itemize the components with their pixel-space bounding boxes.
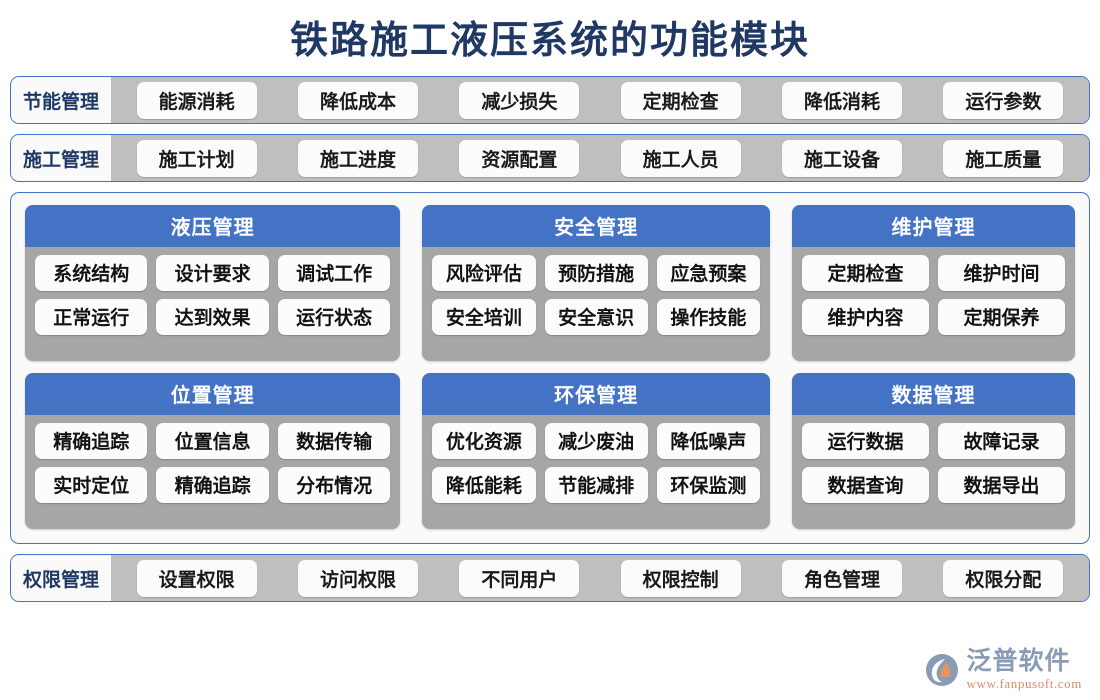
module-item[interactable]: 安全意识 (544, 299, 648, 335)
permission-bar-label: 权限管理 (11, 555, 112, 601)
module-item[interactable]: 安全培训 (432, 299, 536, 335)
module-card-header: 安全管理 (422, 205, 770, 247)
module-item[interactable]: 定期保养 (937, 299, 1066, 335)
category-item[interactable]: 能源消耗 (136, 81, 257, 119)
module-card-body: 精确追踪 位置信息 数据传输 实时定位 精确追踪 分布情况 (25, 415, 401, 529)
module-card: 环保管理 优化资源 减少废油 降低噪声 降低能耗 节能减排 环保监测 (422, 373, 770, 529)
module-item[interactable]: 减少废油 (544, 423, 648, 459)
module-card-header: 维护管理 (791, 205, 1075, 247)
module-card-header: 数据管理 (791, 373, 1075, 415)
module-item[interactable]: 位置信息 (156, 423, 269, 459)
category-item[interactable]: 定期检查 (620, 81, 741, 119)
fanpu-logo-icon (925, 653, 959, 687)
permission-item[interactable]: 不同用户 (459, 559, 580, 597)
category-item[interactable]: 施工设备 (781, 139, 902, 177)
category-item[interactable]: 降低成本 (298, 81, 419, 119)
module-card-body: 风险评估 预防措施 应急预案 安全培训 安全意识 操作技能 (422, 247, 770, 361)
permission-item[interactable]: 访问权限 (298, 559, 419, 597)
module-item[interactable]: 运行数据 (801, 423, 929, 459)
module-card-row: 数据查询 数据导出 (801, 467, 1066, 503)
category-bar-label: 施工管理 (11, 135, 112, 181)
category-item[interactable]: 施工计划 (136, 139, 257, 177)
module-item[interactable]: 设计要求 (156, 255, 269, 291)
module-card: 液压管理 系统结构 设计要求 调试工作 正常运行 达到效果 运行状态 (25, 205, 401, 361)
category-bar-items: 施工计划 施工进度 资源配置 施工人员 施工设备 施工质量 (111, 135, 1089, 181)
page-title: 铁路施工液压系统的功能模块 (289, 20, 810, 62)
category-bar-label: 节能管理 (11, 77, 112, 123)
top-rows-section: 节能管理 能源消耗 降低成本 减少损失 定期检查 降低消耗 运行参数施工管理 施工计划 施工进度… (0, 76, 1100, 182)
module-item[interactable]: 定期检查 (801, 255, 929, 291)
module-item[interactable]: 分布情况 (277, 467, 391, 503)
module-item[interactable]: 优化资源 (432, 423, 536, 459)
module-item[interactable]: 数据传输 (277, 423, 391, 459)
brand-logo: 泛普软件 www.fanpusoft.com (925, 649, 1082, 690)
category-bar-2: 施工管理 施工计划 施工进度 资源配置 施工人员 施工设备 施工质量 (10, 134, 1090, 182)
module-card-body: 优化资源 减少废油 降低噪声 降低能耗 节能减排 环保监测 (422, 415, 770, 529)
module-card-body: 定期检查 维护时间 维护内容 定期保养 (791, 247, 1075, 361)
module-card-row: 定期检查 维护时间 (801, 255, 1066, 291)
logo-name: 泛普软件 (966, 648, 1071, 675)
module-card-row: 优化资源 减少废油 降低噪声 (432, 423, 760, 459)
bottom-row-section: 权限管理 设置权限 访问权限 不同用户 权限控制 角色管理 权限分配 (0, 554, 1100, 602)
module-item[interactable]: 降低噪声 (656, 423, 760, 459)
module-card-row: 精确追踪 位置信息 数据传输 (35, 423, 391, 459)
module-item[interactable]: 应急预案 (656, 255, 760, 291)
module-item[interactable]: 运行状态 (277, 299, 391, 335)
module-item[interactable]: 达到效果 (156, 299, 269, 335)
module-card-row: 降低能耗 节能减排 环保监测 (432, 467, 760, 503)
category-item[interactable]: 减少损失 (459, 81, 580, 119)
module-item[interactable]: 实时定位 (35, 467, 148, 503)
module-item[interactable]: 预防措施 (544, 255, 648, 291)
module-item[interactable]: 数据查询 (801, 467, 929, 503)
logo-text-block: 泛普软件 www.fanpusoft.com (966, 649, 1082, 690)
category-bar-items: 能源消耗 降低成本 减少损失 定期检查 降低消耗 运行参数 (111, 77, 1089, 123)
module-card-body: 运行数据 故障记录 数据查询 数据导出 (791, 415, 1075, 529)
module-item[interactable]: 环保监测 (656, 467, 760, 503)
permission-item[interactable]: 权限分配 (943, 559, 1064, 597)
category-item[interactable]: 施工进度 (298, 139, 419, 177)
module-card-header: 位置管理 (25, 373, 401, 415)
module-item[interactable]: 节能减排 (544, 467, 648, 503)
module-card-row: 安全培训 安全意识 操作技能 (432, 299, 760, 335)
module-item[interactable]: 维护内容 (801, 299, 929, 335)
module-item[interactable]: 系统结构 (35, 255, 148, 291)
category-item[interactable]: 资源配置 (459, 139, 580, 177)
module-card: 安全管理 风险评估 预防措施 应急预案 安全培训 安全意识 操作技能 (422, 205, 770, 361)
module-item[interactable]: 故障记录 (937, 423, 1066, 459)
module-item[interactable]: 降低能耗 (432, 467, 536, 503)
module-item[interactable]: 精确追踪 (156, 467, 269, 503)
module-item[interactable]: 调试工作 (277, 255, 391, 291)
card-grid: 液压管理 系统结构 设计要求 调试工作 正常运行 达到效果 运行状态 安全管理 风险评估 预防措施… (25, 205, 1075, 529)
permission-bar-items: 设置权限 访问权限 不同用户 权限控制 角色管理 权限分配 (111, 555, 1089, 601)
category-item[interactable]: 施工人员 (620, 139, 741, 177)
permission-bar: 权限管理 设置权限 访问权限 不同用户 权限控制 角色管理 权限分配 (10, 554, 1090, 602)
module-card: 维护管理 定期检查 维护时间 维护内容 定期保养 (791, 205, 1075, 361)
module-item[interactable]: 数据导出 (937, 467, 1066, 503)
module-card-row: 系统结构 设计要求 调试工作 (35, 255, 391, 291)
permission-item[interactable]: 设置权限 (136, 559, 257, 597)
category-item[interactable]: 施工质量 (943, 139, 1064, 177)
module-card-header: 液压管理 (25, 205, 401, 247)
module-card-row: 维护内容 定期保养 (801, 299, 1066, 335)
module-card-row: 风险评估 预防措施 应急预案 (432, 255, 760, 291)
module-item[interactable]: 风险评估 (432, 255, 536, 291)
module-item[interactable]: 维护时间 (937, 255, 1066, 291)
category-item[interactable]: 运行参数 (943, 81, 1064, 119)
module-card-body: 系统结构 设计要求 调试工作 正常运行 达到效果 运行状态 (25, 247, 401, 361)
module-card-row: 运行数据 故障记录 (801, 423, 1066, 459)
module-item[interactable]: 精确追踪 (35, 423, 148, 459)
module-item[interactable]: 操作技能 (656, 299, 760, 335)
module-card-row: 正常运行 达到效果 运行状态 (35, 299, 391, 335)
module-item[interactable]: 正常运行 (35, 299, 148, 335)
permission-item[interactable]: 角色管理 (781, 559, 902, 597)
logo-url: www.fanpusoft.com (966, 676, 1082, 691)
module-card-header: 环保管理 (422, 373, 770, 415)
module-card: 位置管理 精确追踪 位置信息 数据传输 实时定位 精确追踪 分布情况 (25, 373, 401, 529)
module-card-row: 实时定位 精确追踪 分布情况 (35, 467, 391, 503)
category-item[interactable]: 降低消耗 (781, 81, 902, 119)
category-bar-1: 节能管理 能源消耗 降低成本 减少损失 定期检查 降低消耗 运行参数 (10, 76, 1090, 124)
permission-item[interactable]: 权限控制 (620, 559, 741, 597)
module-cards-panel: 液压管理 系统结构 设计要求 调试工作 正常运行 达到效果 运行状态 安全管理 风险评估 预防措施… (10, 192, 1090, 544)
module-card: 数据管理 运行数据 故障记录 数据查询 数据导出 (791, 373, 1075, 529)
